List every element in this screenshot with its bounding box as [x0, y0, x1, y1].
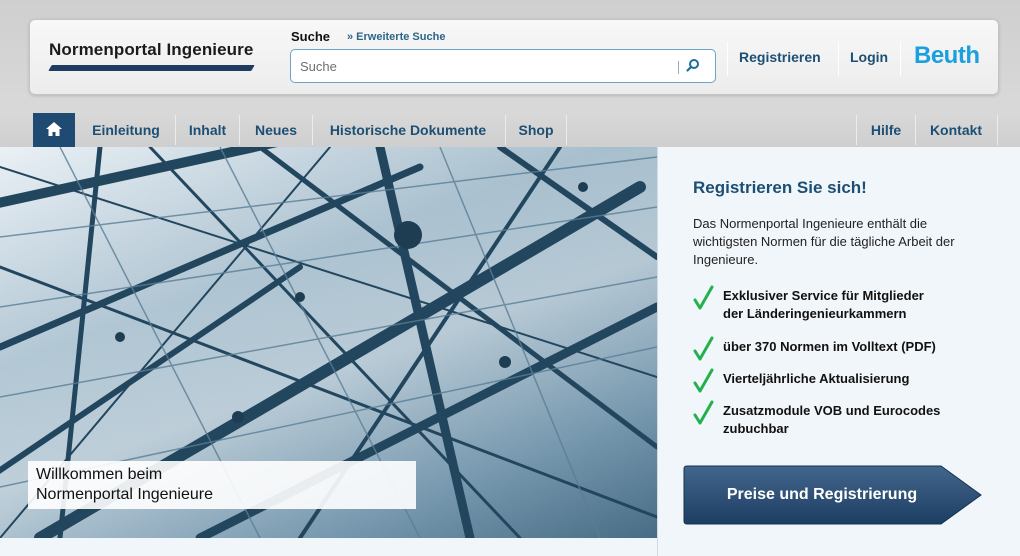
nav-divider: [856, 115, 857, 145]
benefit-text: Exklusiver Service für Mitglieder: [723, 288, 924, 303]
search-button[interactable]: [681, 55, 705, 77]
nav-divider: [505, 115, 506, 145]
panel-intro: Das Normenportal Ingenieure enthält die …: [693, 216, 955, 267]
hero-image: Willkommen beim Normenportal Ingenieure: [0, 147, 657, 538]
cta-label: Preise und Registrierung: [726, 486, 918, 503]
nav-home-button[interactable]: [33, 113, 75, 147]
magnifier-icon: [686, 59, 699, 72]
search-label: Suche: [291, 29, 331, 44]
panel-title: Registrieren Sie sich!: [693, 178, 867, 197]
login-link[interactable]: Login: [850, 49, 888, 65]
nav-divider: [915, 115, 916, 145]
benefit-text: Zusatzmodule VOB und Eurocodes: [723, 403, 941, 418]
welcome-line-1: Willkommen beim: [36, 466, 163, 483]
benefit-text: Vierteljährliche Aktualisierung: [723, 371, 910, 386]
home-icon: [46, 122, 62, 136]
advanced-search-link[interactable]: » Erweiterte Suche: [347, 31, 445, 43]
benefit-item: Vierteljährliche Aktualisierung: [693, 368, 993, 393]
site-logo-bar: [48, 65, 255, 71]
benefit-text: der Länderingenieurkammern: [723, 306, 907, 321]
main-nav: Einleitung Inhalt Neues Historische Doku…: [0, 113, 1020, 147]
benefit-text: über 370 Normen im Volltext (PDF): [723, 339, 936, 354]
nav-item-neues[interactable]: Neues: [244, 113, 308, 147]
nav-divider: [175, 115, 176, 145]
registration-panel: Registrieren Sie sich! Das Normenportal …: [657, 147, 1020, 556]
register-link[interactable]: Registrieren: [739, 49, 821, 65]
search-input[interactable]: [291, 50, 671, 82]
welcome-line-2: Normenportal Ingenieure: [36, 486, 213, 503]
nav-divider: [239, 115, 240, 145]
content-bottom-strip: [0, 538, 657, 556]
nav-item-kontakt[interactable]: Kontakt: [920, 113, 992, 147]
header-divider: [727, 42, 728, 76]
nav-item-shop[interactable]: Shop: [510, 113, 562, 147]
checkmark-icon: [693, 400, 714, 425]
nav-item-hilfe[interactable]: Hilfe: [862, 113, 910, 147]
benefit-item: Zusatzmodule VOB und Eurocodes zubuchbar: [693, 400, 993, 438]
search-separator: [678, 61, 679, 74]
header-divider: [838, 42, 839, 76]
benefit-text: zubuchbar: [723, 421, 789, 436]
prices-registration-button[interactable]: Preise und Registrierung: [683, 464, 983, 526]
welcome-caption: Willkommen beim Normenportal Ingenieure: [28, 461, 416, 509]
site-header: Normenportal Ingenieure Suche » Erweiter…: [29, 19, 999, 95]
site-logo-text[interactable]: Normenportal Ingenieure: [49, 40, 253, 60]
checkmark-icon: [693, 336, 714, 361]
search-box: [290, 49, 716, 83]
nav-divider: [566, 115, 567, 145]
nav-divider: [312, 115, 313, 145]
nav-divider: [997, 115, 998, 145]
header-divider: [900, 42, 901, 76]
nav-item-historische-dokumente[interactable]: Historische Dokumente: [318, 113, 498, 147]
nav-item-inhalt[interactable]: Inhalt: [180, 113, 235, 147]
benefit-item: über 370 Normen im Volltext (PDF): [693, 336, 993, 361]
checkmark-icon: [693, 368, 714, 393]
beuth-logo[interactable]: Beuth: [914, 42, 980, 70]
nav-item-einleitung[interactable]: Einleitung: [82, 113, 170, 147]
checkmark-icon: [693, 285, 714, 310]
benefit-item: Exklusiver Service für Mitglieder der Lä…: [693, 285, 993, 323]
